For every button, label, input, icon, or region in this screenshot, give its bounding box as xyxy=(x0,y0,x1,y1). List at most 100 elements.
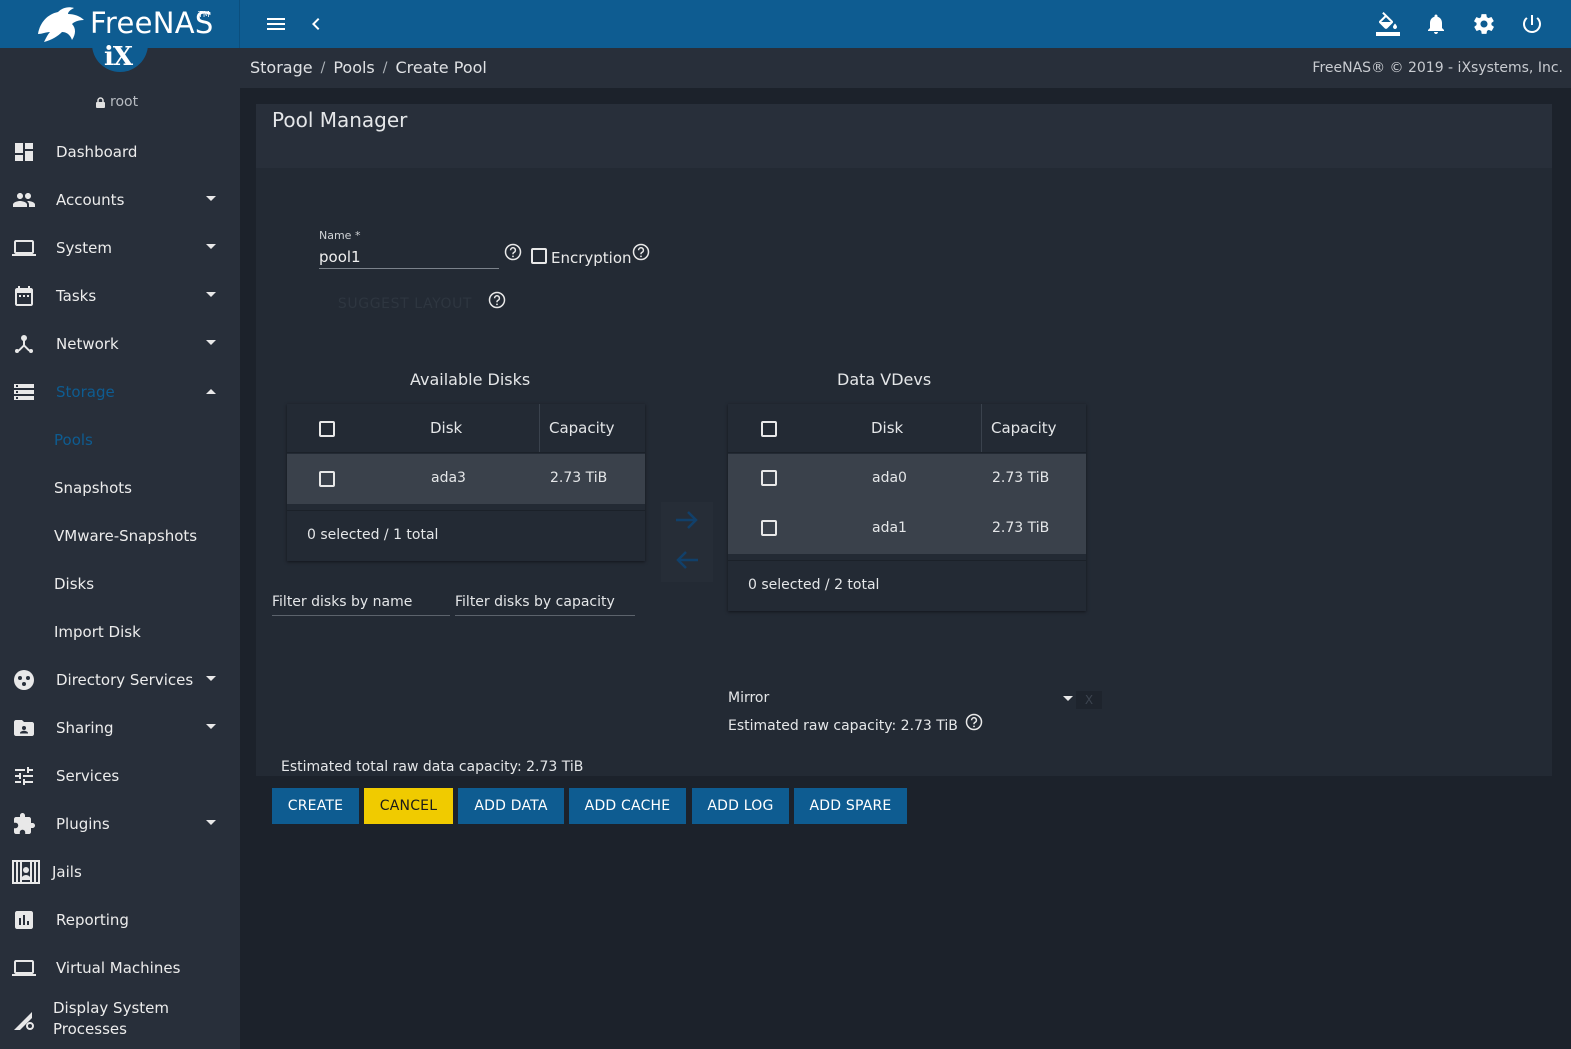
sidebar-item-display-system-processes[interactable]: Display System Processes xyxy=(0,992,240,1048)
menu-icon[interactable] xyxy=(264,12,288,36)
power-icon[interactable] xyxy=(1520,12,1544,36)
encryption-label: Encryption xyxy=(551,249,632,267)
theme-icon[interactable] xyxy=(1376,12,1400,36)
breadcrumb-create-pool: Create Pool xyxy=(395,58,487,77)
notifications-icon[interactable] xyxy=(1424,12,1448,36)
display-processes-icon xyxy=(12,1008,36,1032)
sidebar-item-accounts[interactable]: Accounts xyxy=(0,176,240,224)
row-checkbox[interactable] xyxy=(761,470,777,486)
sidebar-item-disks[interactable]: Disks xyxy=(0,560,240,608)
table-footer: 0 selected / 2 total xyxy=(728,560,1086,610)
network-icon xyxy=(12,332,36,356)
estimated-total-capacity: Estimated total raw data capacity: 2.73 … xyxy=(281,759,584,775)
cancel-button[interactable]: CANCEL xyxy=(364,788,453,824)
table-row[interactable]: ada1 2.73 TiB xyxy=(728,504,1086,554)
row-checkbox[interactable] xyxy=(761,520,777,536)
sidebar-item-label: Plugins xyxy=(56,814,110,833)
breadcrumb-pools[interactable]: Pools xyxy=(333,58,374,77)
back-icon[interactable] xyxy=(304,12,328,36)
sidebar-item-label: VMware-Snapshots xyxy=(54,526,198,545)
sidebar-item-label: Processes xyxy=(53,1020,127,1038)
column-disk[interactable]: Disk xyxy=(871,419,903,437)
jails-icon xyxy=(12,860,40,884)
remove-vdev-button[interactable]: X xyxy=(1076,691,1102,709)
sidebar: iX root Dashboard Accounts System Tasks xyxy=(0,42,240,1049)
column-disk[interactable]: Disk xyxy=(430,419,462,437)
accounts-icon xyxy=(12,188,36,212)
row-checkbox[interactable] xyxy=(319,471,335,487)
column-capacity[interactable]: Capacity xyxy=(549,419,615,437)
help-icon[interactable] xyxy=(632,243,650,261)
add-spare-button[interactable]: ADD SPARE xyxy=(794,788,907,824)
sidebar-item-pools[interactable]: Pools xyxy=(0,416,240,464)
pool-name-field[interactable] xyxy=(319,245,499,269)
filter-disks-by-capacity-input[interactable] xyxy=(455,588,635,616)
arrow-right-icon[interactable] xyxy=(674,510,700,530)
sidebar-item-snapshots[interactable]: Snapshots xyxy=(0,464,240,512)
sidebar-item-label: Import Disk xyxy=(54,622,141,641)
add-log-button[interactable]: ADD LOG xyxy=(692,788,789,824)
vdev-layout-select[interactable]: Mirror xyxy=(728,688,1074,710)
copyright: FreeNAS® © 2019 - iXsystems, Inc. xyxy=(1312,60,1563,76)
sidebar-item-dashboard[interactable]: Dashboard xyxy=(0,128,240,176)
chevron-down-icon xyxy=(205,243,217,251)
sidebar-item-jails[interactable]: Jails xyxy=(0,848,240,896)
sidebar-item-vmware-snapshots[interactable]: VMware-Snapshots xyxy=(0,512,240,560)
logo-trademark: TM xyxy=(198,10,210,19)
services-icon xyxy=(12,764,36,788)
sidebar-item-label: Disks xyxy=(54,574,95,593)
column-capacity[interactable]: Capacity xyxy=(991,419,1057,437)
logo-area[interactable]: FreeNAS TM xyxy=(0,0,240,48)
breadcrumb: Storage / Pools / Create Pool xyxy=(250,58,487,77)
sidebar-item-virtual-machines[interactable]: Virtual Machines xyxy=(0,944,240,992)
sidebar-item-label: Jails xyxy=(52,862,82,881)
sidebar-item-directory-services[interactable]: Directory Services xyxy=(0,656,240,704)
breadcrumb-storage[interactable]: Storage xyxy=(250,58,313,77)
create-button[interactable]: CREATE xyxy=(272,788,359,824)
sidebar-item-plugins[interactable]: Plugins xyxy=(0,800,240,848)
add-data-button[interactable]: ADD DATA xyxy=(458,788,564,824)
suggest-layout-button[interactable]: SUGGEST LAYOUT xyxy=(320,292,490,316)
sidebar-item-label: Display System xyxy=(53,999,169,1017)
sidebar-item-tasks[interactable]: Tasks xyxy=(0,272,240,320)
help-icon[interactable] xyxy=(504,243,522,261)
selection-summary: 0 selected / 2 total xyxy=(748,577,880,593)
sharing-icon xyxy=(12,716,36,740)
help-icon[interactable] xyxy=(965,713,983,731)
sidebar-item-system[interactable]: System xyxy=(0,224,240,272)
select-all-checkbox[interactable] xyxy=(319,421,335,437)
lock-icon xyxy=(96,96,105,108)
pool-manager-form: Name * Encryption SUGGEST LAYOUT Availab… xyxy=(256,168,1552,824)
table-row[interactable]: ada0 2.73 TiB xyxy=(728,454,1086,504)
chevron-down-icon xyxy=(205,675,217,683)
sidebar-item-network[interactable]: Network xyxy=(0,320,240,368)
disk-name: ada1 xyxy=(872,520,907,536)
add-cache-button[interactable]: ADD CACHE xyxy=(569,788,686,824)
sidebar-item-label: System xyxy=(56,238,112,257)
sidebar-item-services[interactable]: Services xyxy=(0,752,240,800)
ix-logo-text: iX xyxy=(104,42,133,72)
filter-disks-by-name-input[interactable] xyxy=(272,588,450,616)
dashboard-icon xyxy=(12,140,36,164)
arrow-left-icon[interactable] xyxy=(674,550,700,570)
data-vdevs-table: Disk Capacity ada0 2.73 TiB ada1 2.73 Ti… xyxy=(728,404,1086,611)
logo-text: FreeNAS xyxy=(90,6,214,40)
table-header: Disk Capacity xyxy=(728,404,1086,453)
encryption-checkbox[interactable] xyxy=(531,248,547,264)
column-divider xyxy=(539,404,540,452)
sidebar-item-import-disk[interactable]: Import Disk xyxy=(0,608,240,656)
sidebar-item-storage[interactable]: Storage xyxy=(0,368,240,416)
selection-summary: 0 selected / 1 total xyxy=(307,527,439,543)
settings-icon[interactable] xyxy=(1472,12,1496,36)
select-all-checkbox[interactable] xyxy=(761,421,777,437)
chevron-down-icon xyxy=(205,195,217,203)
chevron-down-icon xyxy=(205,339,217,347)
sidebar-item-sharing[interactable]: Sharing xyxy=(0,704,240,752)
sidebar-item-reporting[interactable]: Reporting xyxy=(0,896,240,944)
table-row[interactable]: ada3 2.73 TiB xyxy=(287,454,645,504)
sidebar-item-label: Virtual Machines xyxy=(56,958,181,977)
help-icon[interactable] xyxy=(488,291,506,309)
sidebar-item-label: Network xyxy=(56,334,119,353)
sidebar-item-label: Snapshots xyxy=(54,478,132,497)
page-title: Pool Manager xyxy=(272,108,408,132)
